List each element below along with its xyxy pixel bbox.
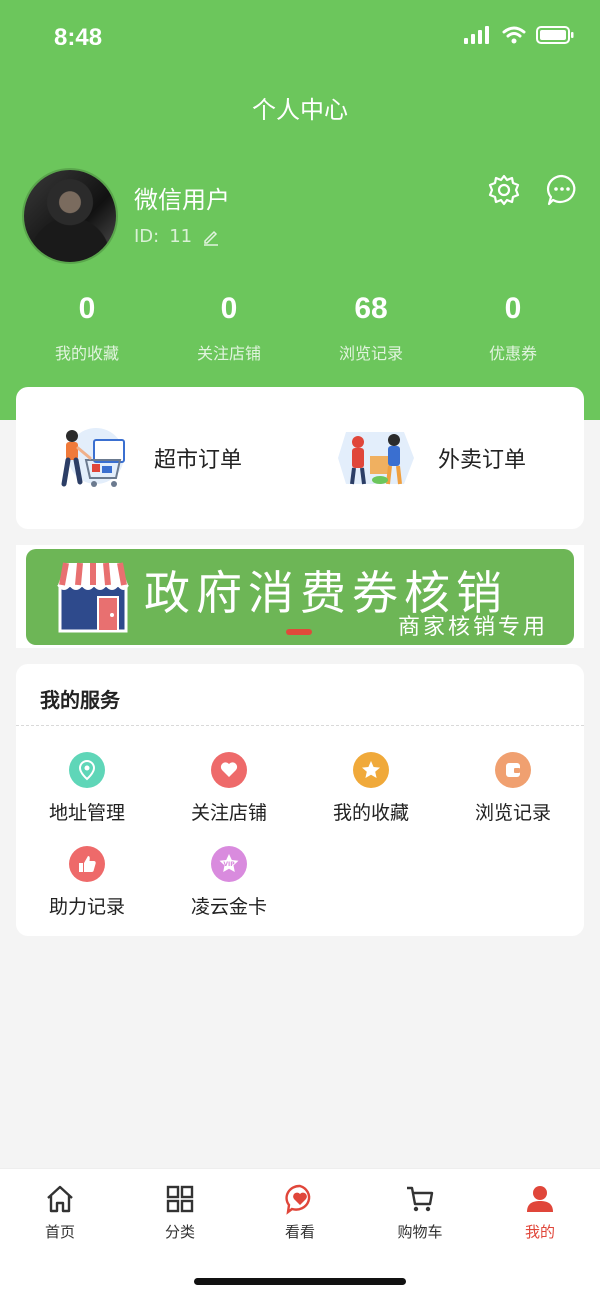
stat-label: 优惠券 — [488, 344, 537, 363]
delivery-orders-label: 外卖订单 — [438, 448, 527, 473]
user-id-value: 11 — [169, 226, 193, 247]
chat-bubble-icon[interactable] — [544, 172, 580, 208]
service-label: 关注店铺 — [190, 802, 267, 824]
gear-icon[interactable] — [486, 172, 522, 208]
svg-text:VIP: VIP — [223, 861, 235, 868]
stat-value: 0 — [78, 292, 96, 325]
banner-indicator — [286, 629, 312, 635]
consumption-voucher-banner[interactable]: 政府消费券核销 商家核销专用 — [26, 549, 574, 645]
pencil-icon[interactable] — [202, 228, 220, 246]
user-id-row: ID: 11 — [134, 226, 220, 247]
tab-label: 我的 — [524, 1223, 555, 1241]
stats-row: 0 我的收藏 0 关注店铺 68 浏览记录 0 优惠券 — [16, 292, 584, 364]
status-bar: 8:48 — [0, 0, 600, 80]
service-my-favorites[interactable]: 我的收藏 — [300, 752, 442, 846]
page-title: 个人中心 — [252, 96, 348, 124]
service-followed-shops[interactable]: 关注店铺 — [158, 752, 300, 846]
stat-value: 0 — [220, 292, 238, 325]
stat-coupons[interactable]: 0 优惠券 — [442, 292, 584, 364]
cart-icon — [407, 1186, 434, 1212]
user-id-label: ID: — [134, 226, 160, 247]
service-address-management[interactable]: 地址管理 — [16, 752, 158, 846]
service-browse-history[interactable]: 浏览记录 — [442, 752, 584, 846]
stat-label: 我的收藏 — [54, 344, 119, 363]
service-label: 我的收藏 — [332, 802, 409, 824]
service-label: 地址管理 — [48, 802, 125, 824]
grid-icon — [166, 1185, 194, 1213]
banner-subtitle: 商家核销专用 — [397, 615, 548, 640]
stat-value: 0 — [504, 292, 522, 325]
user-icon — [527, 1186, 553, 1212]
stat-value: 68 — [354, 292, 388, 325]
thumbs-up-icon — [69, 846, 105, 882]
service-label: 凌云金卡 — [190, 896, 267, 918]
services-divider — [16, 725, 584, 726]
tab-label: 看看 — [284, 1223, 315, 1241]
service-label: 助力记录 — [48, 896, 125, 918]
location-pin-icon — [69, 752, 105, 788]
home-indicator — [194, 1278, 406, 1285]
tab-label: 购物车 — [397, 1223, 443, 1241]
stat-label: 浏览记录 — [338, 344, 403, 363]
banner-container: 政府消费券核销 商家核销专用 — [16, 545, 584, 648]
delivery-orders-button[interactable]: 外卖订单 — [300, 387, 584, 529]
stat-browse-history[interactable]: 68 浏览记录 — [300, 292, 442, 364]
service-boost-records[interactable]: 助力记录 — [16, 846, 158, 940]
tab-me[interactable]: 我的 — [480, 1169, 600, 1299]
supermarket-orders-button[interactable]: 超市订单 — [16, 387, 300, 529]
star-icon — [353, 752, 389, 788]
status-icons — [464, 26, 574, 44]
services-card: 我的服务 地址管理 关注店铺 我的收藏 浏览记录 助力记录 VIP 凌云金卡 — [16, 664, 584, 936]
signal-icon — [464, 26, 489, 44]
service-gold-card[interactable]: VIP 凌云金卡 — [158, 846, 300, 940]
supermarket-cart-illustration — [61, 428, 125, 487]
wifi-icon — [502, 26, 526, 44]
stat-followed-shops[interactable]: 0 关注店铺 — [158, 292, 300, 364]
services-grid: 地址管理 关注店铺 我的收藏 浏览记录 助力记录 VIP 凌云金卡 — [16, 752, 584, 940]
heart-chat-icon — [285, 1184, 311, 1215]
tab-label: 首页 — [44, 1223, 75, 1241]
avatar[interactable] — [22, 168, 118, 264]
status-time: 8:48 — [54, 24, 103, 51]
services-title: 我的服务 — [40, 688, 120, 712]
supermarket-orders-label: 超市订单 — [154, 448, 243, 473]
username: 微信用户 — [134, 186, 230, 214]
service-label: 浏览记录 — [474, 802, 551, 824]
order-card: 超市订单 外卖订单 — [16, 387, 584, 529]
browse-history-icon — [495, 752, 531, 788]
tab-home[interactable]: 首页 — [0, 1169, 120, 1299]
shop-icon — [57, 562, 129, 633]
delivery-illustration — [338, 432, 414, 485]
home-icon — [47, 1185, 73, 1213]
heart-icon — [211, 752, 247, 788]
vip-badge-icon: VIP — [211, 846, 247, 882]
battery-icon — [536, 26, 574, 44]
stat-label: 关注店铺 — [196, 344, 261, 363]
stat-favorites[interactable]: 0 我的收藏 — [16, 292, 158, 364]
tab-label: 分类 — [164, 1223, 195, 1241]
